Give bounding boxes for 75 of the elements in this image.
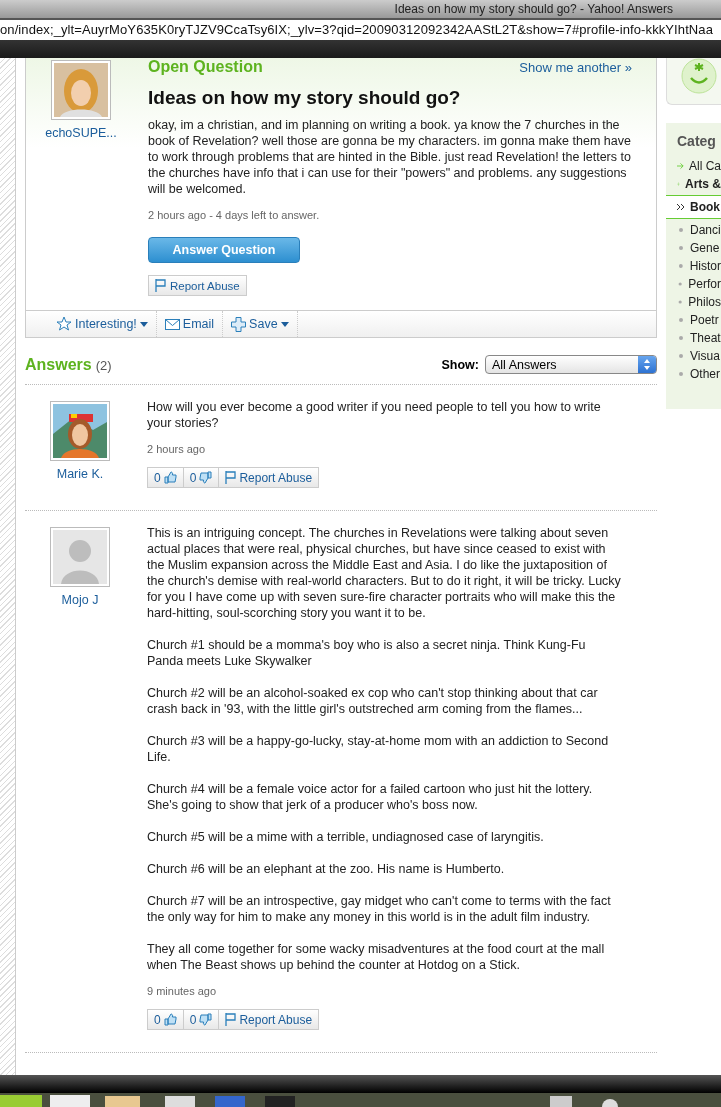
category-link[interactable]: Poetr	[666, 311, 721, 329]
category-link[interactable]: Other	[666, 365, 721, 383]
smiley-icon	[681, 58, 717, 94]
report-abuse-button[interactable]: Report Abuse	[148, 275, 247, 296]
caret-icon	[139, 321, 148, 327]
answer-paragraph: Church #2 will be an alcohol-soaked ex cop who can't stop thinking about that car crash back in '93, with the little girl's outstreched arm coming from the flames...	[147, 685, 599, 717]
bullet-icon	[677, 352, 685, 360]
answer-paragraph: This is an intriguing concept. The churches in Revelations were talking about seven actual places that were real, physical churches, but have since ceased to exist with the Muslim expansion across the Middle East and Asia. I do like the juxtaposition of the church's demise with real-world characters. But to do it right, it will be tricky. Lucky for you I have come up with seven sure-fire character portraits who will make this the hard-hitting, soul-scorching story you want it to be.	[147, 525, 622, 621]
star-icon	[56, 316, 72, 332]
category-link[interactable]: Visua	[666, 347, 721, 365]
avatar-silhouette	[50, 527, 110, 587]
category-link[interactable]: Perfor	[666, 275, 721, 293]
flag-icon	[225, 471, 237, 484]
bullet-icon	[677, 334, 685, 342]
category-link[interactable]: All Ca	[666, 157, 721, 175]
category-link[interactable]: Book	[666, 195, 721, 219]
category-link[interactable]: Philos	[666, 293, 721, 311]
thumbs-up-button[interactable]: 0	[147, 1009, 183, 1030]
thumbs-down-icon	[199, 471, 213, 484]
category-link[interactable]: Arts &	[666, 175, 721, 193]
categories-heading: Categ	[676, 133, 717, 149]
window-title: Ideas on how my story should go? - Yahoo! Answers	[394, 2, 673, 16]
caret-icon	[280, 321, 289, 327]
flag-icon	[225, 1013, 237, 1026]
mail-icon	[164, 318, 180, 330]
thumbs-down-icon	[199, 1013, 213, 1026]
answers-count: (2)	[95, 357, 112, 373]
question-status: Open Question	[148, 58, 263, 76]
bullet-icon	[677, 244, 685, 252]
show-label: Show:	[441, 357, 479, 372]
answer-paragraph: Church #7 will be an introspective, gay midget who can't come to terms with the fact the only way for him to make any money in this world is in the adult film industry.	[147, 893, 612, 925]
action-button[interactable]: Save	[223, 311, 298, 337]
bullet-icon	[677, 280, 684, 288]
bullet-icon	[677, 298, 684, 306]
thumbs-up-icon	[163, 1013, 177, 1026]
arrow-right-icon	[677, 162, 684, 170]
report-abuse-button[interactable]: Report Abuse	[218, 1009, 320, 1030]
category-link[interactable]: Gene	[666, 239, 721, 257]
arrow-down-icon	[677, 180, 680, 188]
answer-paragraph: They all come together for some wacky misadventures at the food court at the mall when The Beast shows up behind the counter at Hotdog on a Stick.	[147, 941, 606, 973]
plus-icon	[231, 316, 247, 332]
answer-paragraph: Church #3 will be a happy-go-lucky, stay-at-home mom with an addiction to Second Life.	[147, 733, 610, 765]
thumbs-up-icon	[163, 471, 177, 484]
double-chevron-icon	[677, 203, 685, 211]
category-link[interactable]: Histor	[666, 257, 721, 275]
report-abuse-button[interactable]: Report Abuse	[218, 467, 320, 488]
bullet-icon	[677, 262, 685, 270]
category-link[interactable]: Danci	[666, 221, 721, 239]
answerer-name[interactable]: Mojo J	[61, 593, 99, 607]
category-link[interactable]: Theat	[666, 329, 721, 347]
asker-name[interactable]: echoSUPE...	[45, 126, 117, 140]
show-another-link[interactable]: Show me another »	[519, 60, 632, 75]
question-body: okay, im a christian, and im planning on writing a book. ya know the 7 churches in the book of Revelation? well those are gonna be my characters. im gonna make them have to work through problems that are hinted in the Bible. just read Revelation! the letters to the churches have info that i can use for their "powers" and problems. any suggestions will be welcomed.	[148, 117, 632, 197]
answer-paragraph: Church #6 will be an elephant at the zoo. His name is Humberto.	[147, 861, 506, 877]
bullet-icon	[677, 370, 685, 378]
flag-icon	[155, 279, 166, 292]
answer-paragraph: Church #5 will be a mime with a terrible, undiagnosed case of laryngitis.	[147, 829, 545, 845]
dropdown-arrows-icon	[638, 356, 656, 373]
question-meta: 2 hours ago - 4 days left to answer.	[148, 209, 321, 221]
thumbs-up-button[interactable]: 0	[147, 467, 183, 488]
action-button[interactable]: Email	[156, 311, 224, 337]
show-dropdown[interactable]: All Answers	[485, 355, 657, 374]
thumbs-down-button[interactable]: 0	[182, 467, 219, 488]
answer-time: 2 hours ago	[147, 443, 207, 455]
thumbs-down-button[interactable]: 0	[182, 1009, 219, 1030]
answer-time: 9 minutes ago	[147, 985, 218, 997]
action-button[interactable]: Interesting!	[48, 311, 157, 337]
answer-paragraph: Church #1 should be a momma's boy who is also a secret ninja. Think Kung-Fu Panda meets Luke Skywalker	[147, 637, 587, 669]
bullet-icon	[677, 316, 685, 324]
answer-paragraph: How will you ever become a good writer if you need people to tell you how to write your stories?	[147, 399, 602, 431]
bullet-icon	[677, 226, 685, 234]
answers-heading: Answers	[25, 355, 92, 374]
answerer-name[interactable]: Marie K.	[56, 467, 104, 481]
answer-paragraph: Church #4 will be a female voice actor for a failed cartoon who just hit the lottery. She's going to show that jerk of a producer who's boss now.	[147, 781, 594, 813]
question-title: Ideas on how my story should go?	[148, 87, 462, 109]
